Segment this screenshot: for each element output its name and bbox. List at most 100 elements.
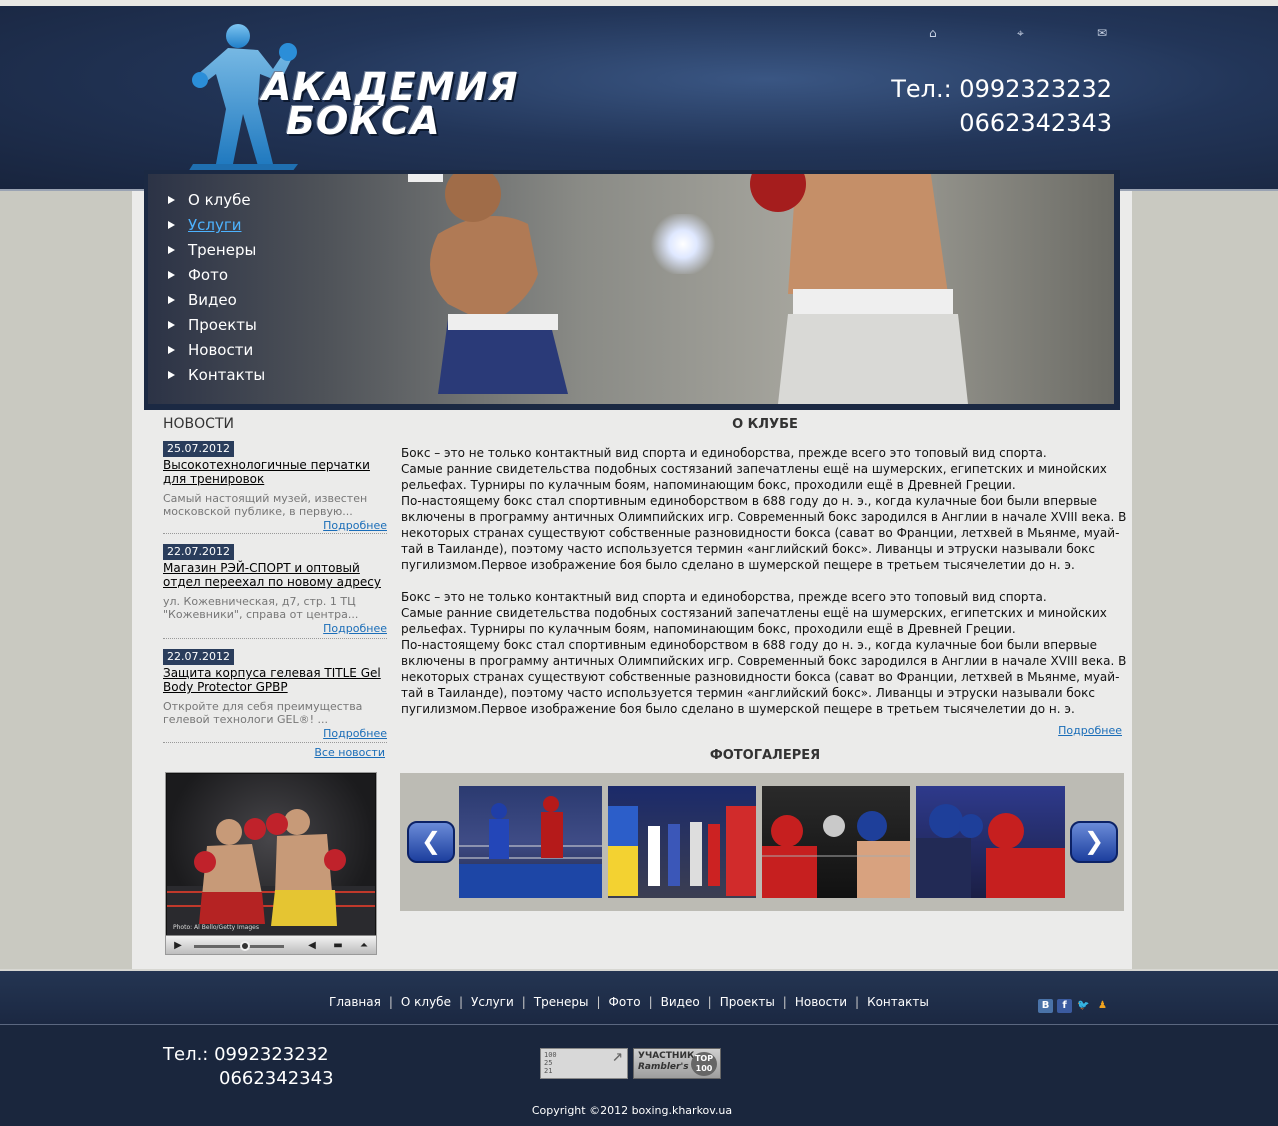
video-player[interactable]: Photo: Al Bello/Getty Images ▶ ◀︎ ▬ ⏶ [165,772,377,955]
news-headline-link[interactable]: Высокотехнологичные перчатки для трениро… [163,458,387,486]
stadium-light [648,214,718,274]
phone-1: 0992323232 [959,75,1112,103]
boxer-right-illustration [750,174,968,404]
video-screen[interactable]: Photo: Al Bello/Getty Images [167,774,375,935]
odnoklassniki-icon[interactable]: ♟ [1095,999,1110,1013]
news-divider [163,638,387,639]
news-more-link[interactable]: Подробнее [163,727,387,740]
footer-link-photo[interactable]: Фото [609,995,641,1009]
gallery-photo[interactable] [916,786,1065,898]
video-credit: Photo: Al Bello/Getty Images [173,924,259,931]
liveinternet-counter[interactable]: 100 25 21 ↗ [540,1045,628,1079]
about-text: Бокс – это не только контактный вид спор… [401,445,1131,717]
twitter-icon[interactable]: 🐦 [1076,999,1091,1013]
play-icon[interactable]: ▶ [168,938,188,953]
counter-badge: TOP 100 [691,1052,717,1076]
news-item: 22.07.2012 Магазин РЭЙ-СПОРТ и оптовый о… [163,540,387,635]
about-paragraph: Бокс – это не только контактный вид спор… [401,590,1127,716]
header: АКАДЕМИЯ БОКСА ⌂ ⌖ ✉ Тел.: 0992323232 06… [0,6,1278,191]
footer-link-services[interactable]: Услуги [471,995,514,1009]
gallery-prev-button[interactable]: ❮ [407,821,455,863]
news-description: Откройте для себя преимущества гелевой т… [163,700,363,726]
news-headline-link[interactable]: Защита корпуса гелевая TITLE Gel Body Pr… [163,666,387,694]
footer-link-projects[interactable]: Проекты [720,995,775,1009]
footer-link-home[interactable]: Главная [329,995,381,1009]
footer-phones: Тел.: 0992323232 0662342343 [163,1043,334,1091]
photo-gallery: ❮ ❯ [400,773,1124,911]
news-item: 22.07.2012 Защита корпуса гелевая TITLE … [163,645,387,740]
news-more-link[interactable]: Подробнее [163,519,387,532]
seek-bar[interactable] [192,938,286,953]
footer-separator: | [782,995,787,1009]
news-description: ул. Кожевническая, д7, стр. 1 ТЦ "Кожевн… [163,595,359,621]
footer-separator: | [648,995,653,1009]
menu-item-about[interactable]: О клубе [164,188,265,213]
fullscreen-icon[interactable]: ⏶ [354,938,374,953]
news-date: 22.07.2012 [163,649,234,665]
volume-icon[interactable]: ◀︎ [302,938,322,953]
footer-link-contacts[interactable]: Контакты [867,995,929,1009]
gallery-photo[interactable] [608,786,756,898]
news-headline-link[interactable]: Магазин РЭЙ-СПОРТ и оптовый отдел переех… [163,561,387,589]
news-item: 25.07.2012 Высокотехнологичные перчатки … [163,437,387,532]
footer-link-about[interactable]: О клубе [401,995,451,1009]
gallery-title: ФОТОГАЛЕРЕЯ [709,748,821,763]
counter-line: 21 [544,1067,553,1075]
vkontakte-icon[interactable]: В [1038,999,1053,1013]
footer-phone-prefix: Тел.: [163,1044,215,1065]
news-description: Самый настоящий музей, известен московск… [163,492,368,518]
news-divider [163,742,387,743]
footer: Главная | О клубе | Услуги | Тренеры | Фото | Виде… [0,969,1278,1126]
news-date: 22.07.2012 [163,544,234,560]
all-news-link[interactable]: Все новости [300,746,385,759]
footer-link-trainers[interactable]: Тренеры [534,995,589,1009]
menu-item-photo[interactable]: Фото [164,263,265,288]
footer-separator: | [596,995,601,1009]
menu-item-contacts[interactable]: Контакты [164,363,265,388]
rambler-top100-counter[interactable]: УЧАСТНИК Rambler's TOP 100 [633,1048,721,1079]
copyright: Copyright ©2012 boxing.kharkov.ua [531,1104,733,1117]
menu-item-projects[interactable]: Проекты [164,313,265,338]
arrow-icon: ↗ [612,1045,623,1066]
footer-link-video[interactable]: Видео [661,995,700,1009]
mail-icon[interactable]: ✉ [1097,26,1107,40]
video-frame-boxers [167,809,375,935]
footer-separator: | [855,995,860,1009]
social-icons: Вf 🐦 ♟ [1038,993,1114,1013]
footer-separator: | [707,995,712,1009]
phone-prefix: Тел.: [891,75,960,103]
news-date: 25.07.2012 [163,441,234,457]
gallery-next-button[interactable]: ❯ [1070,821,1118,863]
menu-item-news[interactable]: Новости [164,338,265,363]
news-section-title: НОВОСТИ [163,416,234,432]
facebook-icon[interactable]: f [1057,999,1072,1013]
home-icon[interactable]: ⌂ [929,26,937,40]
footer-phone-2: 0662342343 [219,1068,334,1089]
sitemap-icon[interactable]: ⌖ [1017,26,1024,41]
footer-separator: | [388,995,393,1009]
about-paragraph: Бокс – это не только контактный вид спор… [401,446,1127,572]
footer-separator: | [521,995,526,1009]
news-more-link[interactable]: Подробнее [163,622,387,635]
footer-bar: Главная | О клубе | Услуги | Тренеры | Фото | Виде… [0,969,1278,1025]
news-divider [163,533,387,534]
phone-2: 0662342343 [959,109,1112,137]
banner: О клубе Услуги Тренеры Фото Видео Проект… [144,170,1120,410]
video-controls: ▶ ◀︎ ▬ ⏶ [166,935,376,954]
menu-item-video[interactable]: Видео [164,288,265,313]
menu-item-services[interactable]: Услуги [164,213,265,238]
logo-text[interactable]: АКАДЕМИЯ БОКСА [262,68,519,143]
footer-link-news[interactable]: Новости [795,995,847,1009]
menu-item-trainers[interactable]: Тренеры [164,238,265,263]
header-phones: Тел.: 0992323232 0662342343 [891,72,1112,140]
gallery-photo[interactable] [459,786,602,898]
boxer-left-illustration [408,174,568,394]
logo-line-2: БОКСА [286,99,441,143]
banner-photo: О клубе Услуги Тренеры Фото Видео Проект… [148,174,1114,404]
footer-phone-1: 0992323232 [214,1044,329,1065]
about-more-link[interactable]: Подробнее [1040,724,1122,737]
top-icons: ⌂ ⌖ ✉ [925,26,1115,42]
subtitles-icon[interactable]: ▬ [328,938,348,953]
about-title: О КЛУБЕ [732,417,798,432]
gallery-photo[interactable] [762,786,910,898]
